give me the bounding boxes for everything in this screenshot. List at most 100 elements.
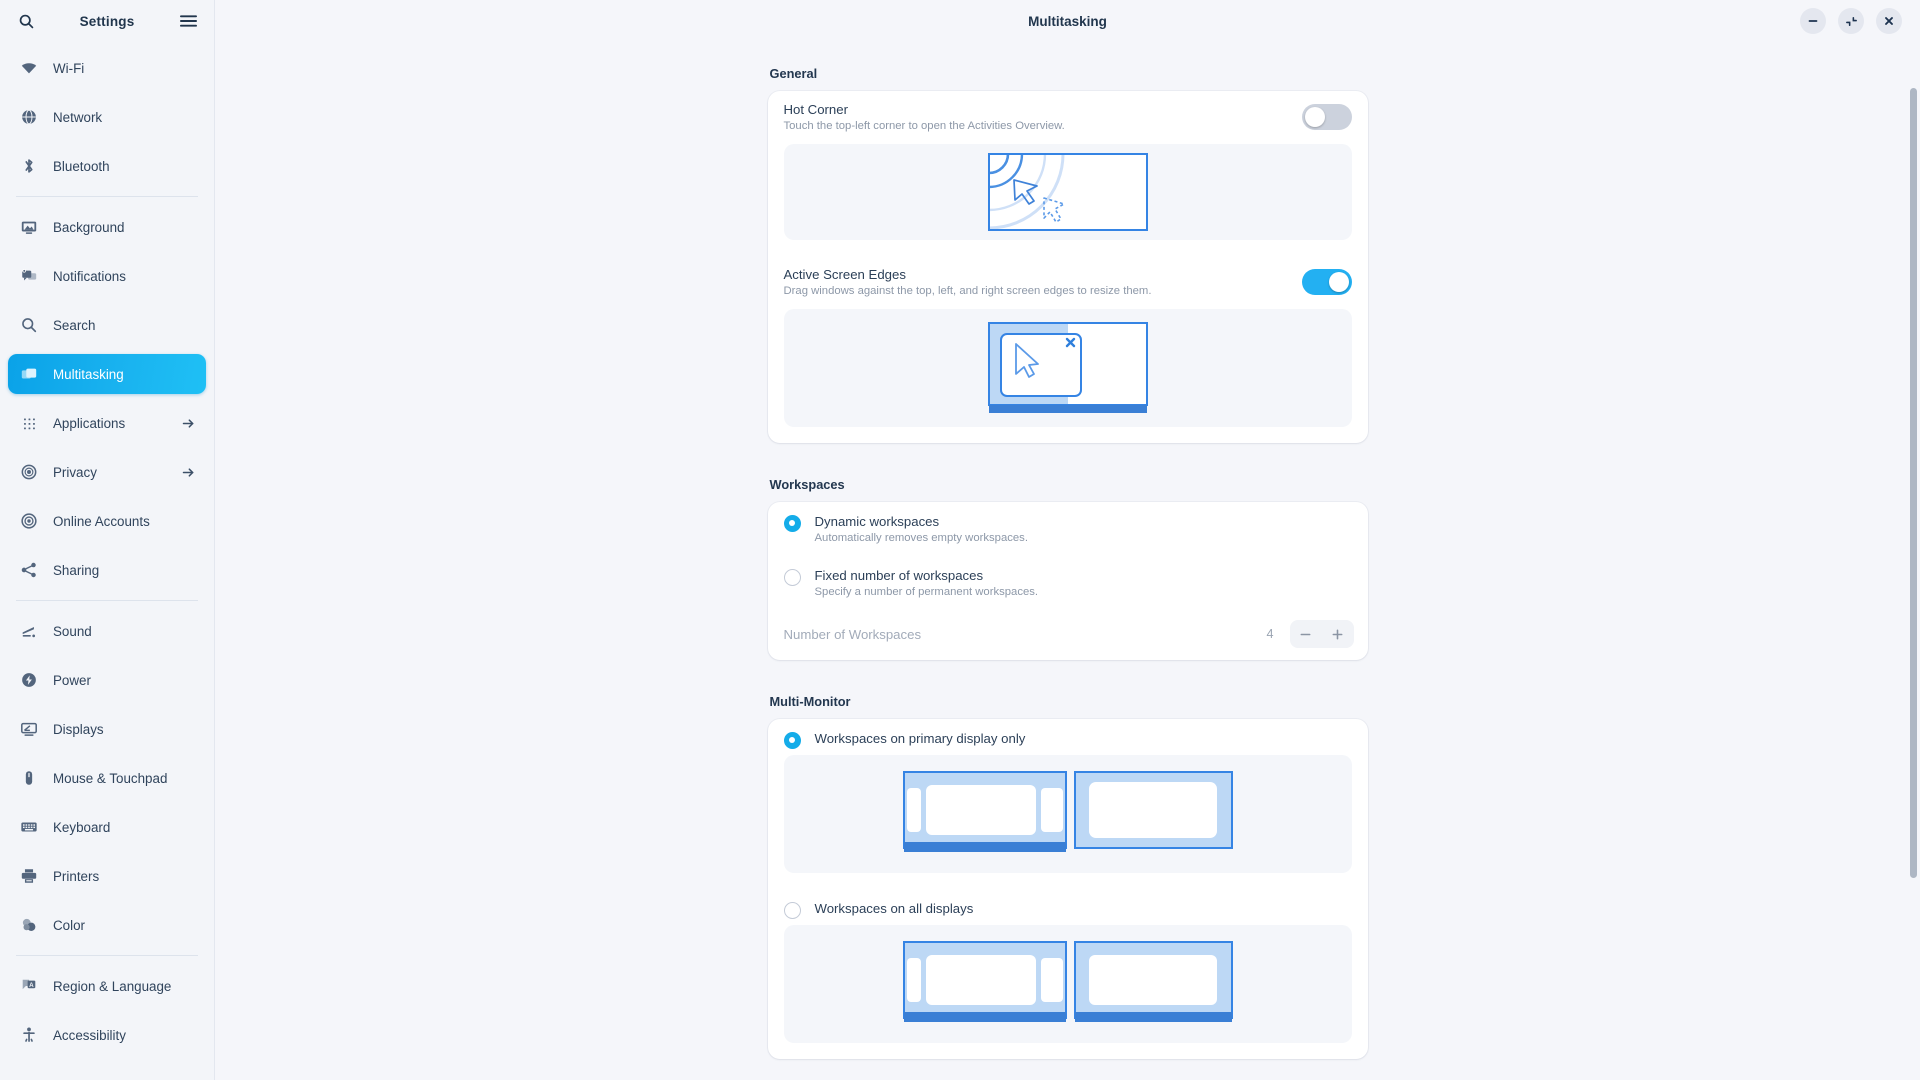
increment-button[interactable] — [1322, 620, 1354, 648]
power-icon — [19, 670, 39, 690]
all-displays-illustration — [783, 925, 1352, 1043]
number-of-workspaces-value: 4 — [1266, 627, 1274, 641]
sidebar-item-label: Power — [53, 672, 91, 688]
general-card: Hot Corner Touch the top-left corner to … — [767, 91, 1368, 443]
network-globe-icon — [19, 107, 39, 127]
general-heading: General — [769, 66, 818, 81]
search-icon[interactable] — [14, 9, 38, 33]
sidebar-item-label: Online Accounts — [53, 513, 150, 529]
sidebar-item-background[interactable]: Background — [8, 207, 206, 247]
sidebar-item-color[interactable]: Color — [8, 905, 206, 945]
sidebar-item-mouse-touchpad[interactable]: Mouse & Touchpad — [8, 758, 206, 798]
close-button[interactable] — [1876, 8, 1902, 34]
hot-corner-illustration — [783, 144, 1352, 240]
hot-corner-title: Hot Corner — [783, 102, 849, 117]
bluetooth-icon — [19, 156, 39, 176]
page-title: Multitasking — [1028, 13, 1107, 29]
sidebar-item-displays[interactable]: Displays — [8, 709, 206, 749]
restore-button[interactable] — [1838, 8, 1864, 34]
region-language-icon: A — [19, 976, 39, 996]
sidebar-item-printers[interactable]: Printers — [8, 856, 206, 896]
privacy-icon — [19, 462, 39, 482]
mouse-icon — [19, 768, 39, 788]
sidebar-item-label: Region & Language — [53, 978, 172, 994]
multitasking-icon — [19, 364, 39, 384]
number-of-workspaces-label: Number of Workspaces — [783, 626, 922, 642]
minimize-button[interactable] — [1800, 8, 1826, 34]
multi-monitor-card: Workspaces on primary display only Works… — [767, 719, 1368, 1059]
all-displays-option[interactable]: Workspaces on all displays — [768, 889, 1368, 925]
fixed-workspaces-radio[interactable] — [783, 569, 801, 586]
sidebar-item-label: Multitasking — [53, 366, 124, 382]
sidebar-item-network[interactable]: Network — [8, 97, 206, 137]
all-displays-radio[interactable] — [783, 902, 801, 919]
displays-icon — [19, 719, 39, 739]
sidebar-header: Settings — [0, 0, 214, 42]
hamburger-menu-icon[interactable] — [176, 9, 200, 33]
dynamic-workspaces-option[interactable]: Dynamic workspaces Automatically removes… — [768, 502, 1368, 556]
sidebar-item-label: Bluetooth — [53, 158, 110, 174]
sidebar-separator — [16, 955, 198, 956]
sidebar-item-bluetooth[interactable]: Bluetooth — [8, 146, 206, 186]
search-icon — [19, 315, 39, 335]
hot-corner-toggle[interactable] — [1301, 104, 1352, 130]
svg-text:A: A — [29, 982, 34, 989]
all-displays-title: Workspaces on all displays — [814, 901, 974, 916]
sidebar-item-label: Search — [53, 317, 96, 333]
primary-display-illustration — [783, 755, 1352, 873]
fixed-workspaces-title: Fixed number of workspaces — [814, 568, 984, 583]
sidebar-item-applications[interactable]: Applications — [8, 403, 206, 443]
sidebar-item-label: Color — [53, 917, 85, 933]
primary-display-radio[interactable] — [783, 732, 801, 749]
dynamic-workspaces-title: Dynamic workspaces — [814, 514, 940, 529]
titlebar: Multitasking — [215, 0, 1920, 42]
arrow-right-icon — [181, 465, 196, 480]
sidebar-item-power[interactable]: Power — [8, 660, 206, 700]
sharing-icon — [19, 560, 39, 580]
online-accounts-icon — [19, 511, 39, 531]
active-screen-edges-subtitle: Drag windows against the top, left, and … — [783, 285, 1152, 297]
hot-corner-subtitle: Touch the top-left corner to open the Ac… — [783, 120, 1065, 132]
active-screen-edges-row: Active Screen Edges Drag windows against… — [768, 256, 1368, 309]
sidebar-item-accessibility[interactable]: Accessibility — [8, 1015, 206, 1055]
sidebar-item-privacy[interactable]: Privacy — [8, 452, 206, 492]
sidebar-item-label: Applications — [53, 415, 126, 431]
sidebar: Settings Wi-Fi Network Bluetooth Background… — [0, 0, 215, 1080]
sidebar-item-online-accounts[interactable]: Online Accounts — [8, 501, 206, 541]
sidebar-item-region-language[interactable]: A Region & Language — [8, 966, 206, 1006]
sidebar-separator — [16, 196, 198, 197]
background-icon — [19, 217, 39, 237]
screen-edges-illustration — [783, 309, 1352, 427]
sidebar-item-wi-fi[interactable]: Wi-Fi — [8, 48, 206, 88]
sidebar-item-search[interactable]: Search — [8, 305, 206, 345]
hot-corner-row: Hot Corner Touch the top-left corner to … — [768, 91, 1368, 144]
main-pane: Multitasking General Hot Corner Touch th… — [215, 0, 1920, 1080]
dynamic-workspaces-radio[interactable] — [783, 515, 801, 532]
sidebar-separator — [16, 600, 198, 601]
primary-display-title: Workspaces on primary display only — [814, 731, 1026, 746]
printer-icon — [19, 866, 39, 886]
sidebar-item-label: Notifications — [53, 268, 126, 284]
decrement-button[interactable] — [1290, 620, 1322, 648]
fixed-workspaces-option[interactable]: Fixed number of workspaces Specify a num… — [768, 556, 1368, 610]
number-of-workspaces-row: Number of Workspaces 4 — [768, 610, 1368, 660]
active-screen-edges-toggle[interactable] — [1301, 269, 1352, 295]
sidebar-item-sharing[interactable]: Sharing — [8, 550, 206, 590]
vertical-scrollbar[interactable] — [1910, 88, 1917, 878]
sidebar-item-label: Wi-Fi — [53, 60, 85, 76]
sidebar-item-multitasking[interactable]: Multitasking — [8, 354, 206, 394]
sidebar-item-label: Background — [53, 219, 125, 235]
sidebar-item-label: Keyboard — [53, 819, 111, 835]
number-of-workspaces-stepper[interactable] — [1289, 620, 1354, 648]
sidebar-item-sound[interactable]: Sound — [8, 611, 206, 651]
color-icon — [19, 915, 39, 935]
sidebar-item-label: Mouse & Touchpad — [53, 770, 168, 786]
sidebar-item-label: Sound — [53, 623, 92, 639]
sidebar-nav-list: Wi-Fi Network Bluetooth Background Notificat… — [0, 42, 214, 1064]
sidebar-item-keyboard[interactable]: Keyboard — [8, 807, 206, 847]
settings-window: Settings Wi-Fi Network Bluetooth Background… — [0, 0, 1920, 1080]
sidebar-item-label: Printers — [53, 868, 100, 884]
primary-display-option[interactable]: Workspaces on primary display only — [768, 719, 1368, 755]
sidebar-item-notifications[interactable]: Notifications — [8, 256, 206, 296]
window-controls — [1800, 8, 1902, 34]
